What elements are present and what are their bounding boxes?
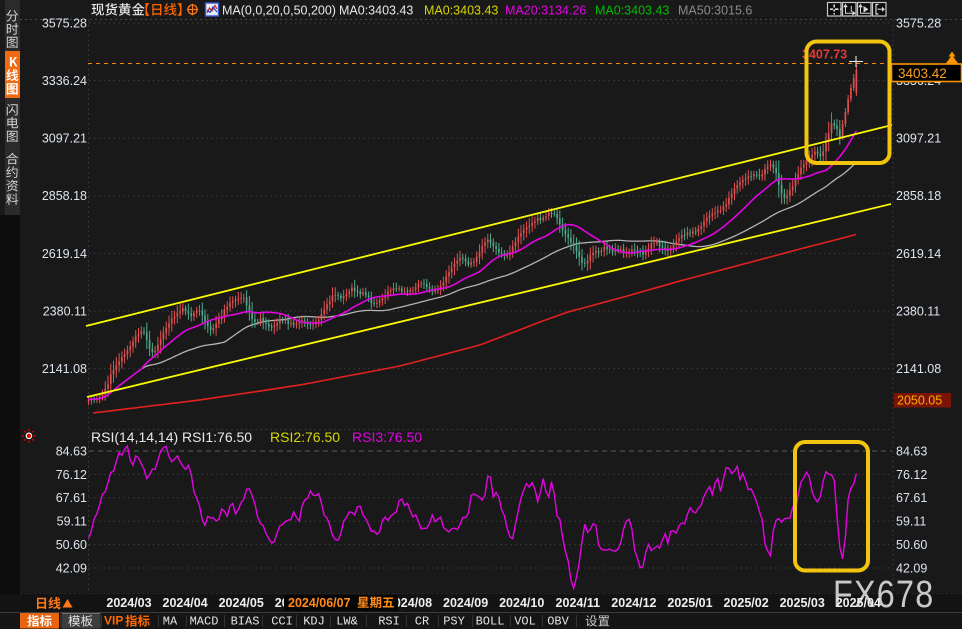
svg-text:MA0:3403.43: MA0:3403.43: [424, 4, 498, 18]
svg-text:MA0:3403.43: MA0:3403.43: [595, 4, 669, 18]
svg-text:RSI3:76.50: RSI3:76.50: [352, 429, 422, 445]
svg-text:2619.14: 2619.14: [896, 247, 941, 261]
svg-text:KDJ: KDJ: [303, 615, 325, 629]
svg-text:2050.05: 2050.05: [897, 394, 942, 408]
svg-text:42.09: 42.09: [56, 561, 87, 575]
svg-text:2025/02: 2025/02: [724, 596, 769, 610]
svg-text:59.11: 59.11: [57, 515, 87, 529]
svg-text:2024/03: 2024/03: [106, 596, 151, 610]
svg-text:76.12: 76.12: [56, 468, 87, 482]
svg-text:RSI(14,14,14) RSI1:76.50: RSI(14,14,14) RSI1:76.50: [91, 429, 252, 445]
svg-text:3575.28: 3575.28: [42, 16, 87, 30]
svg-text:RSI2:76.50: RSI2:76.50: [270, 429, 340, 445]
svg-text:MACD: MACD: [190, 615, 219, 629]
svg-text:MA0:3403.43: MA0:3403.43: [339, 4, 413, 18]
svg-text:50.60: 50.60: [56, 538, 87, 552]
svg-text:2024/05: 2024/05: [219, 596, 264, 610]
svg-text:2024/09: 2024/09: [443, 596, 488, 610]
svg-text:2025/04: 2025/04: [836, 596, 881, 610]
svg-text:67.61: 67.61: [56, 491, 87, 505]
svg-text:2380.11: 2380.11: [896, 304, 940, 318]
svg-text:2619.14: 2619.14: [42, 247, 87, 261]
svg-text:84.63: 84.63: [56, 444, 87, 458]
svg-text:RSI: RSI: [378, 615, 400, 629]
svg-text:OBV: OBV: [547, 615, 569, 629]
svg-text:3097.21: 3097.21: [42, 132, 87, 146]
svg-text:MA: MA: [163, 615, 178, 629]
svg-text:CCI: CCI: [271, 615, 293, 629]
svg-text:2141.08: 2141.08: [896, 362, 941, 376]
svg-text:2024/04: 2024/04: [163, 596, 208, 610]
svg-text:2141.08: 2141.08: [42, 362, 87, 376]
svg-text:PSY: PSY: [443, 615, 465, 629]
svg-text:2858.18: 2858.18: [896, 189, 941, 203]
svg-text:2024/06/07: 2024/06/07: [288, 596, 351, 610]
svg-text:MA20:3134.26: MA20:3134.26: [505, 4, 586, 18]
svg-text:VOL: VOL: [514, 615, 536, 629]
svg-text:50.60: 50.60: [896, 538, 927, 552]
svg-text:42.09: 42.09: [896, 561, 927, 575]
svg-text:2024/10: 2024/10: [499, 596, 544, 610]
svg-text:59.11: 59.11: [896, 515, 926, 529]
svg-text:2024/12: 2024/12: [611, 596, 656, 610]
svg-text:2858.18: 2858.18: [42, 189, 87, 203]
svg-text:67.61: 67.61: [896, 491, 927, 505]
svg-text:76.12: 76.12: [896, 468, 927, 482]
svg-text:2025/01: 2025/01: [667, 596, 712, 610]
svg-text:3575.28: 3575.28: [896, 16, 941, 30]
svg-text:3403.42: 3403.42: [898, 66, 947, 81]
svg-text:CR: CR: [415, 615, 429, 629]
svg-text:MA50:3015.6: MA50:3015.6: [678, 4, 752, 18]
svg-text:3336.24: 3336.24: [42, 74, 87, 88]
svg-text:MA(0,0,20,0,50,200): MA(0,0,20,0,50,200): [222, 4, 336, 18]
svg-text:3407.73: 3407.73: [802, 48, 847, 62]
svg-text:3097.21: 3097.21: [896, 132, 941, 146]
svg-text:VIP: VIP: [104, 614, 123, 628]
svg-text:LW&: LW&: [336, 615, 358, 629]
svg-text:2024/11: 2024/11: [556, 596, 601, 610]
svg-text:2025/03: 2025/03: [780, 596, 825, 610]
svg-text:BOLL: BOLL: [476, 615, 505, 629]
svg-text:2380.11: 2380.11: [43, 304, 87, 318]
svg-text:84.63: 84.63: [896, 444, 927, 458]
svg-text:BIAS: BIAS: [231, 615, 260, 629]
